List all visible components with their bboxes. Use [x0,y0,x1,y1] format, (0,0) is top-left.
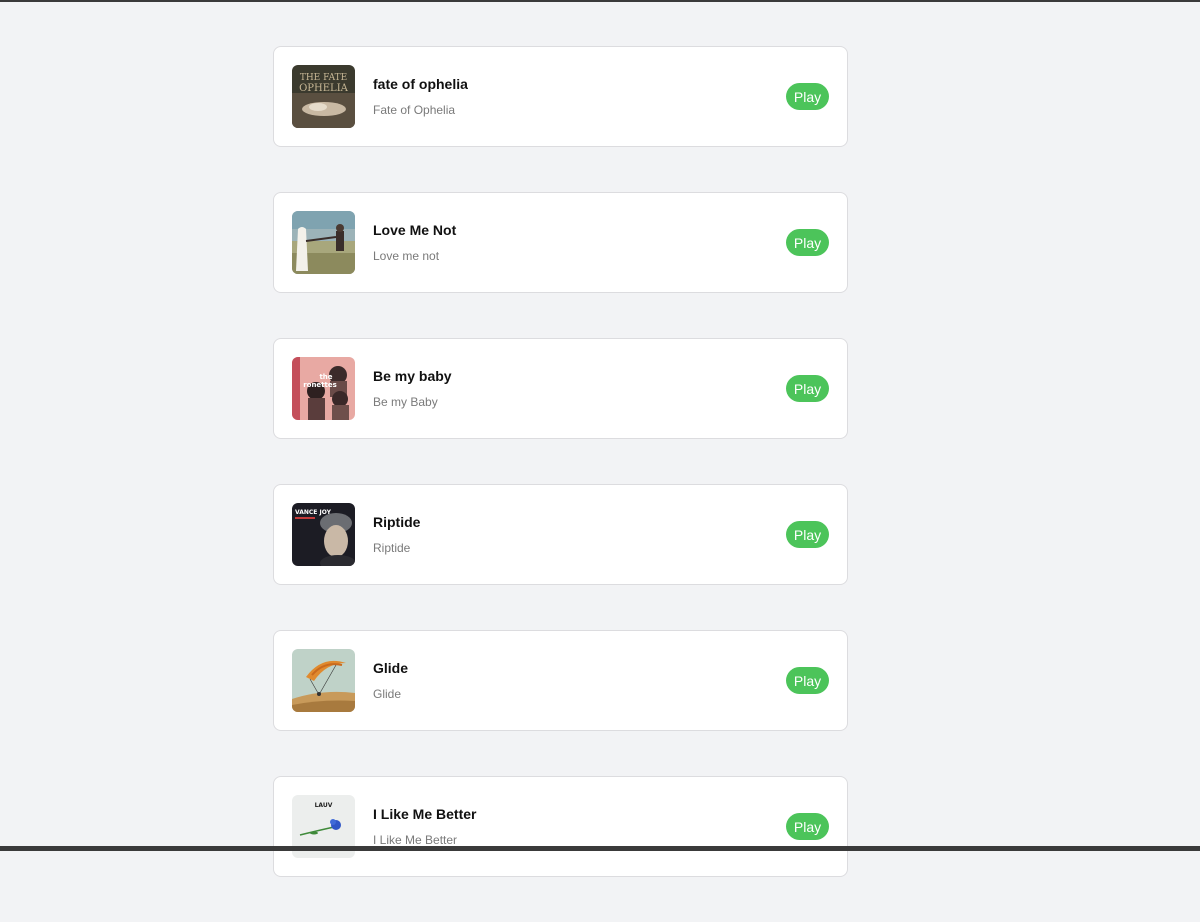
svg-text:OPHELIA: OPHELIA [299,83,349,94]
song-card: VANCE JOY Riptide Riptide Play [273,484,848,585]
song-subtitle: Glide [373,687,402,701]
window-bottom-border [0,846,1200,851]
song-title: Love Me Not [373,222,457,238]
svg-text:LAUV: LAUV [315,802,333,809]
album-cover-image [292,211,355,274]
album-cover-image: the ronettes [292,357,355,420]
album-cover-image [292,649,355,712]
window-top-border [0,0,1200,2]
song-title: Riptide [373,514,421,530]
song-subtitle: I Like Me Better [373,833,458,847]
song-card: LAUV I Like Me Better I Like Me Better P… [273,776,848,877]
song-title: Be my baby [373,368,452,384]
song-title: I Like Me Better [373,806,477,822]
svg-text:the: the [319,373,332,381]
song-subtitle: Fate of Ophelia [373,103,456,117]
song-subtitle: Love me not [373,249,440,263]
album-cover-image: VANCE JOY [292,503,355,566]
song-subtitle: Be my Baby [373,395,438,409]
play-button[interactable]: Play [786,229,829,256]
song-title: Glide [373,660,409,676]
play-button[interactable]: Play [786,667,829,694]
svg-text:THE FATE: THE FATE [300,73,347,83]
song-subtitle: Riptide [373,541,411,555]
play-button[interactable]: Play [786,83,829,110]
song-card: the ronettes Be my baby Be my Baby Play [273,338,848,439]
play-button[interactable]: Play [786,813,829,840]
song-card: Love Me Not Love me not Play [273,192,848,293]
song-card: Glide Glide Play [273,630,848,731]
album-cover-image: THE FATE OPHELIA [292,65,355,128]
song-title: fate of ophelia [373,76,468,92]
svg-text:VANCE JOY: VANCE JOY [295,509,332,516]
play-button[interactable]: Play [786,375,829,402]
song-card: THE FATE OPHELIA fate of ophelia Fate of… [273,46,848,147]
song-list: THE FATE OPHELIA fate of ophelia Fate of… [273,46,848,922]
svg-text:ronettes: ronettes [303,381,337,389]
play-button[interactable]: Play [786,521,829,548]
